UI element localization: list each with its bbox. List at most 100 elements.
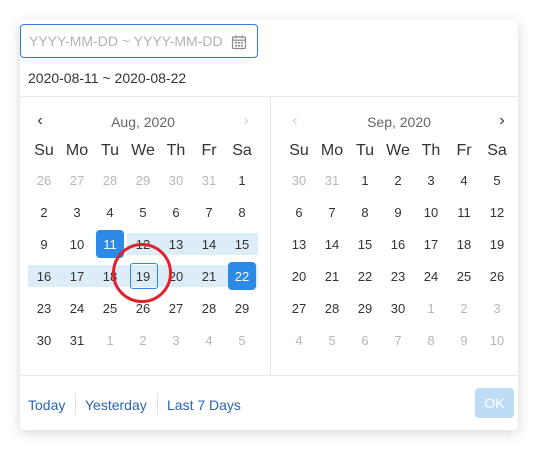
day-cell: 10 (489, 333, 505, 348)
day-cell: 26 (36, 173, 52, 188)
day-cell[interactable]: 8 (349, 200, 381, 226)
day-cell: 6 (361, 333, 369, 348)
shortcut-yesterday[interactable]: Yesterday (85, 397, 147, 413)
day-cell[interactable]: 31 (61, 328, 93, 354)
day-cell[interactable]: 29 (349, 296, 381, 322)
day-cell: 9 (460, 333, 468, 348)
picker-footer: Today Yesterday Last 7 Days OK (20, 376, 518, 430)
day-cell[interactable]: 9 (382, 200, 414, 226)
weekday-label: Mo (65, 142, 89, 159)
day-cell: 31 (324, 173, 340, 188)
day-cell[interactable]: 22 (226, 264, 258, 290)
day-cell[interactable]: 24 (61, 296, 93, 322)
day-cell[interactable]: 14 (316, 232, 348, 258)
day-cell[interactable]: 1 (226, 168, 258, 194)
weekday-label: Fr (456, 142, 472, 159)
weekday-label: Tu (100, 142, 120, 159)
day-cell[interactable]: 16 (382, 232, 414, 258)
divider (75, 393, 76, 415)
day-cell: 1 (106, 333, 114, 348)
day-cell: 30 (168, 173, 184, 188)
day-cell[interactable]: 7 (316, 200, 348, 226)
day-cell[interactable]: 17 (415, 232, 447, 258)
weekday-label: Fr (201, 142, 217, 159)
day-cell: 31 (201, 173, 217, 188)
weekday-label: Tu (355, 142, 375, 159)
day-cell: 4 (205, 333, 213, 348)
day-cell: 8 (427, 333, 435, 348)
day-cell[interactable]: 16 (28, 264, 60, 290)
day-cell: 5 (328, 333, 336, 348)
day-cell[interactable]: 2 (28, 200, 60, 226)
weekday-label: Sa (487, 142, 507, 159)
calendar-divider (270, 97, 271, 375)
weekday-label: We (131, 142, 155, 159)
day-cell[interactable]: 3 (61, 200, 93, 226)
day-cell[interactable]: 2 (382, 168, 414, 194)
day-cell[interactable]: 24 (415, 264, 447, 290)
weekday-label: Sa (232, 142, 252, 159)
day-cell[interactable]: 17 (61, 264, 93, 290)
day-cell[interactable]: 21 (193, 264, 225, 290)
day-cell: 3 (172, 333, 180, 348)
day-cell[interactable]: 23 (382, 264, 414, 290)
annotation-circle (112, 243, 172, 303)
weekday-label: Th (421, 142, 441, 159)
date-range-text-field[interactable] (29, 25, 229, 57)
day-cell[interactable]: 20 (283, 264, 315, 290)
day-cell[interactable]: 30 (382, 296, 414, 322)
day-cell[interactable]: 8 (226, 200, 258, 226)
day-cell[interactable]: 23 (28, 296, 60, 322)
day-cell[interactable]: 7 (193, 200, 225, 226)
day-cell[interactable]: 13 (283, 232, 315, 258)
day-cell[interactable]: 12 (481, 200, 513, 226)
weekday-label: Su (34, 142, 54, 159)
day-cell[interactable]: 15 (349, 232, 381, 258)
day-cell: 2 (460, 301, 468, 316)
day-cell[interactable]: 10 (61, 232, 93, 258)
day-cell[interactable]: 4 (94, 200, 126, 226)
day-cell[interactable]: 21 (316, 264, 348, 290)
shortcut-last-7-days[interactable]: Last 7 Days (167, 397, 241, 413)
weekday-label: We (386, 142, 410, 159)
day-cell[interactable]: 19 (481, 232, 513, 258)
day-cell[interactable]: 28 (316, 296, 348, 322)
prev-month-icon[interactable]: ‹ (32, 112, 48, 130)
day-cell[interactable]: 27 (283, 296, 315, 322)
day-cell[interactable]: 18 (448, 232, 480, 258)
day-cell[interactable]: 5 (481, 168, 513, 194)
day-cell[interactable]: 6 (160, 200, 192, 226)
day-cell[interactable]: 28 (193, 296, 225, 322)
day-cell[interactable]: 11 (448, 200, 480, 226)
day-cell[interactable]: 15 (226, 232, 258, 258)
day-cell[interactable]: 26 (481, 264, 513, 290)
calendar-icon[interactable] (231, 34, 247, 50)
next-month-icon[interactable]: › (494, 112, 510, 130)
day-cell[interactable]: 3 (415, 168, 447, 194)
selected-range-text: 2020-08-11 ~ 2020-08-22 (28, 70, 187, 86)
day-cell[interactable]: 30 (28, 328, 60, 354)
right-month-title: Sep, 2020 (367, 114, 431, 130)
day-cell[interactable]: 1 (349, 168, 381, 194)
day-cell[interactable]: 25 (448, 264, 480, 290)
prev-month-icon: ‹ (292, 112, 298, 129)
day-cell[interactable]: 6 (283, 200, 315, 226)
day-cell: 2 (139, 333, 147, 348)
day-cell: 5 (238, 333, 246, 348)
day-cell[interactable]: 27 (160, 296, 192, 322)
day-cell: 29 (135, 173, 151, 188)
day-cell: 4 (295, 333, 303, 348)
day-cell[interactable]: 25 (94, 296, 126, 322)
day-cell[interactable]: 4 (448, 168, 480, 194)
day-cell[interactable]: 5 (127, 200, 159, 226)
day-cell[interactable]: 14 (193, 232, 225, 258)
day-cell[interactable]: 9 (28, 232, 60, 258)
date-range-input[interactable] (20, 24, 258, 58)
day-cell[interactable]: 22 (349, 264, 381, 290)
day-cell[interactable]: 10 (415, 200, 447, 226)
shortcut-today[interactable]: Today (28, 397, 65, 413)
day-cell[interactable]: 29 (226, 296, 258, 322)
day-cell: 27 (69, 173, 85, 188)
ok-button[interactable]: OK (475, 388, 514, 418)
next-month-icon: › (243, 112, 249, 129)
